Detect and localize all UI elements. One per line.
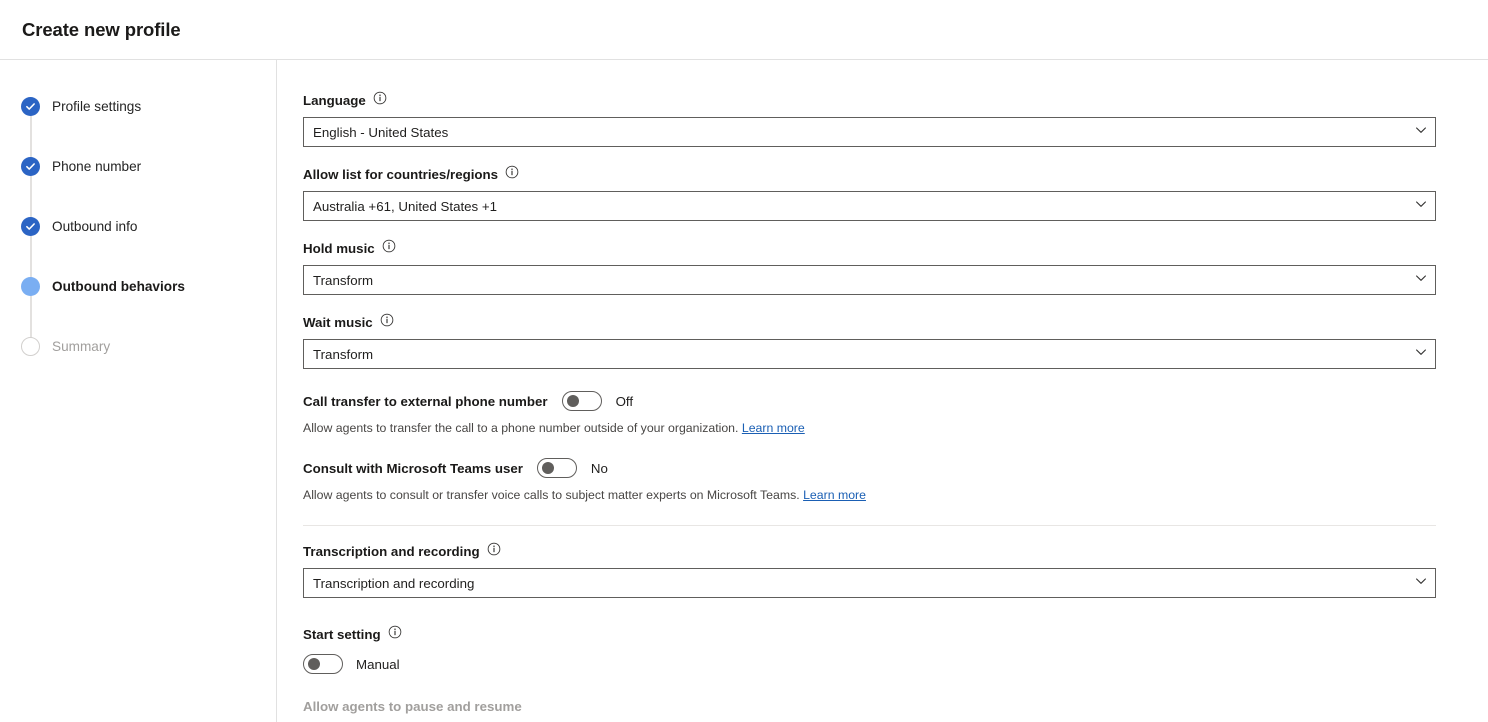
transcription-select[interactable]: Transcription and recording (303, 568, 1436, 598)
sidebar-item-summary[interactable]: Summary (0, 333, 276, 359)
field-label-row: Hold music (303, 239, 1436, 258)
language-select[interactable]: English - United States (303, 117, 1436, 147)
sidebar-item-label: Outbound info (52, 219, 137, 234)
info-icon[interactable] (382, 239, 396, 258)
hold-music-label: Hold music (303, 240, 375, 257)
sidebar-item-label: Phone number (52, 159, 141, 174)
toggle-knob (542, 462, 554, 474)
hold-music-select[interactable]: Transform (303, 265, 1436, 295)
field-label-row: Transcription and recording (303, 542, 1436, 561)
allow-list-label: Allow list for countries/regions (303, 166, 498, 183)
consult-teams-label: Consult with Microsoft Teams user (303, 460, 523, 477)
field-wait-music: Wait music Transform (303, 313, 1436, 369)
step-complete-icon (21, 217, 40, 236)
call-transfer-state: Off (616, 394, 634, 409)
call-transfer-label: Call transfer to external phone number (303, 393, 548, 410)
step-complete-icon (21, 97, 40, 116)
sidebar-item-outbound-info[interactable]: Outbound info (0, 213, 276, 239)
step-pending-icon (21, 337, 40, 356)
page-title: Create new profile (22, 19, 181, 41)
sidebar-item-label: Outbound behaviors (52, 279, 185, 294)
allow-list-value: Australia +61, United States +1 (313, 199, 497, 214)
language-value: English - United States (313, 125, 448, 140)
wait-music-value: Transform (313, 347, 373, 362)
chevron-down-icon (1415, 271, 1427, 289)
toggle-knob (567, 395, 579, 407)
info-icon[interactable] (487, 542, 501, 561)
field-consult-teams: Consult with Microsoft Teams user No (303, 458, 1436, 478)
wizard-sidebar: Profile settings Phone number Outbound i… (0, 60, 277, 722)
field-label-row: Start setting (303, 625, 1436, 644)
call-transfer-help: Allow agents to transfer the call to a p… (303, 420, 1436, 436)
page-body: Profile settings Phone number Outbound i… (0, 60, 1488, 722)
consult-teams-help: Allow agents to consult or transfer voic… (303, 487, 1436, 503)
chevron-down-icon (1415, 574, 1427, 592)
info-icon[interactable] (373, 91, 387, 110)
step-complete-icon (21, 157, 40, 176)
learn-more-link[interactable]: Learn more (803, 488, 866, 502)
consult-teams-state: No (591, 461, 608, 476)
field-start-setting: Start setting Manual (303, 625, 1436, 674)
page-header: Create new profile (0, 0, 1488, 60)
start-setting-label: Start setting (303, 626, 381, 643)
sidebar-item-label: Profile settings (52, 99, 141, 114)
info-icon[interactable] (380, 313, 394, 332)
call-transfer-toggle[interactable] (562, 391, 602, 411)
step-current-icon (21, 277, 40, 296)
chevron-down-icon (1415, 123, 1427, 141)
wait-music-label: Wait music (303, 314, 373, 331)
sidebar-item-label: Summary (52, 339, 110, 354)
sidebar-item-profile-settings[interactable]: Profile settings (0, 93, 276, 119)
toggle-knob (308, 658, 320, 670)
field-transcription: Transcription and recording Transcriptio… (303, 542, 1436, 598)
call-transfer-help-text: Allow agents to transfer the call to a p… (303, 421, 738, 435)
field-allow-list: Allow list for countries/regions Austral… (303, 165, 1436, 221)
field-pause-resume: Allow agents to pause and resume Yes (303, 698, 1436, 722)
field-hold-music: Hold music Transform (303, 239, 1436, 295)
transcription-value: Transcription and recording (313, 576, 474, 591)
hold-music-value: Transform (313, 273, 373, 288)
start-setting-state: Manual (356, 657, 400, 672)
field-label-row: Language (303, 91, 1436, 110)
field-language: Language English - United States (303, 91, 1436, 147)
form-panel: Language English - United States Allow l… (277, 60, 1488, 722)
sidebar-item-phone-number[interactable]: Phone number (0, 153, 276, 179)
info-icon[interactable] (505, 165, 519, 184)
field-label-row: Wait music (303, 313, 1436, 332)
sidebar-item-outbound-behaviors[interactable]: Outbound behaviors (0, 273, 276, 299)
chevron-down-icon (1415, 197, 1427, 215)
info-icon[interactable] (388, 625, 402, 644)
consult-teams-toggle[interactable] (537, 458, 577, 478)
learn-more-link[interactable]: Learn more (742, 421, 805, 435)
chevron-down-icon (1415, 345, 1427, 363)
consult-teams-help-text: Allow agents to consult or transfer voic… (303, 488, 800, 502)
transcription-label: Transcription and recording (303, 543, 480, 560)
language-label: Language (303, 92, 366, 109)
wait-music-select[interactable]: Transform (303, 339, 1436, 369)
field-label-row: Allow agents to pause and resume (303, 698, 1436, 715)
start-setting-toggle-row: Manual (303, 654, 1436, 674)
allow-list-select[interactable]: Australia +61, United States +1 (303, 191, 1436, 221)
field-label-row: Allow list for countries/regions (303, 165, 1436, 184)
start-setting-toggle[interactable] (303, 654, 343, 674)
section-divider (303, 525, 1436, 526)
field-call-transfer: Call transfer to external phone number O… (303, 391, 1436, 411)
pause-resume-label: Allow agents to pause and resume (303, 698, 522, 715)
